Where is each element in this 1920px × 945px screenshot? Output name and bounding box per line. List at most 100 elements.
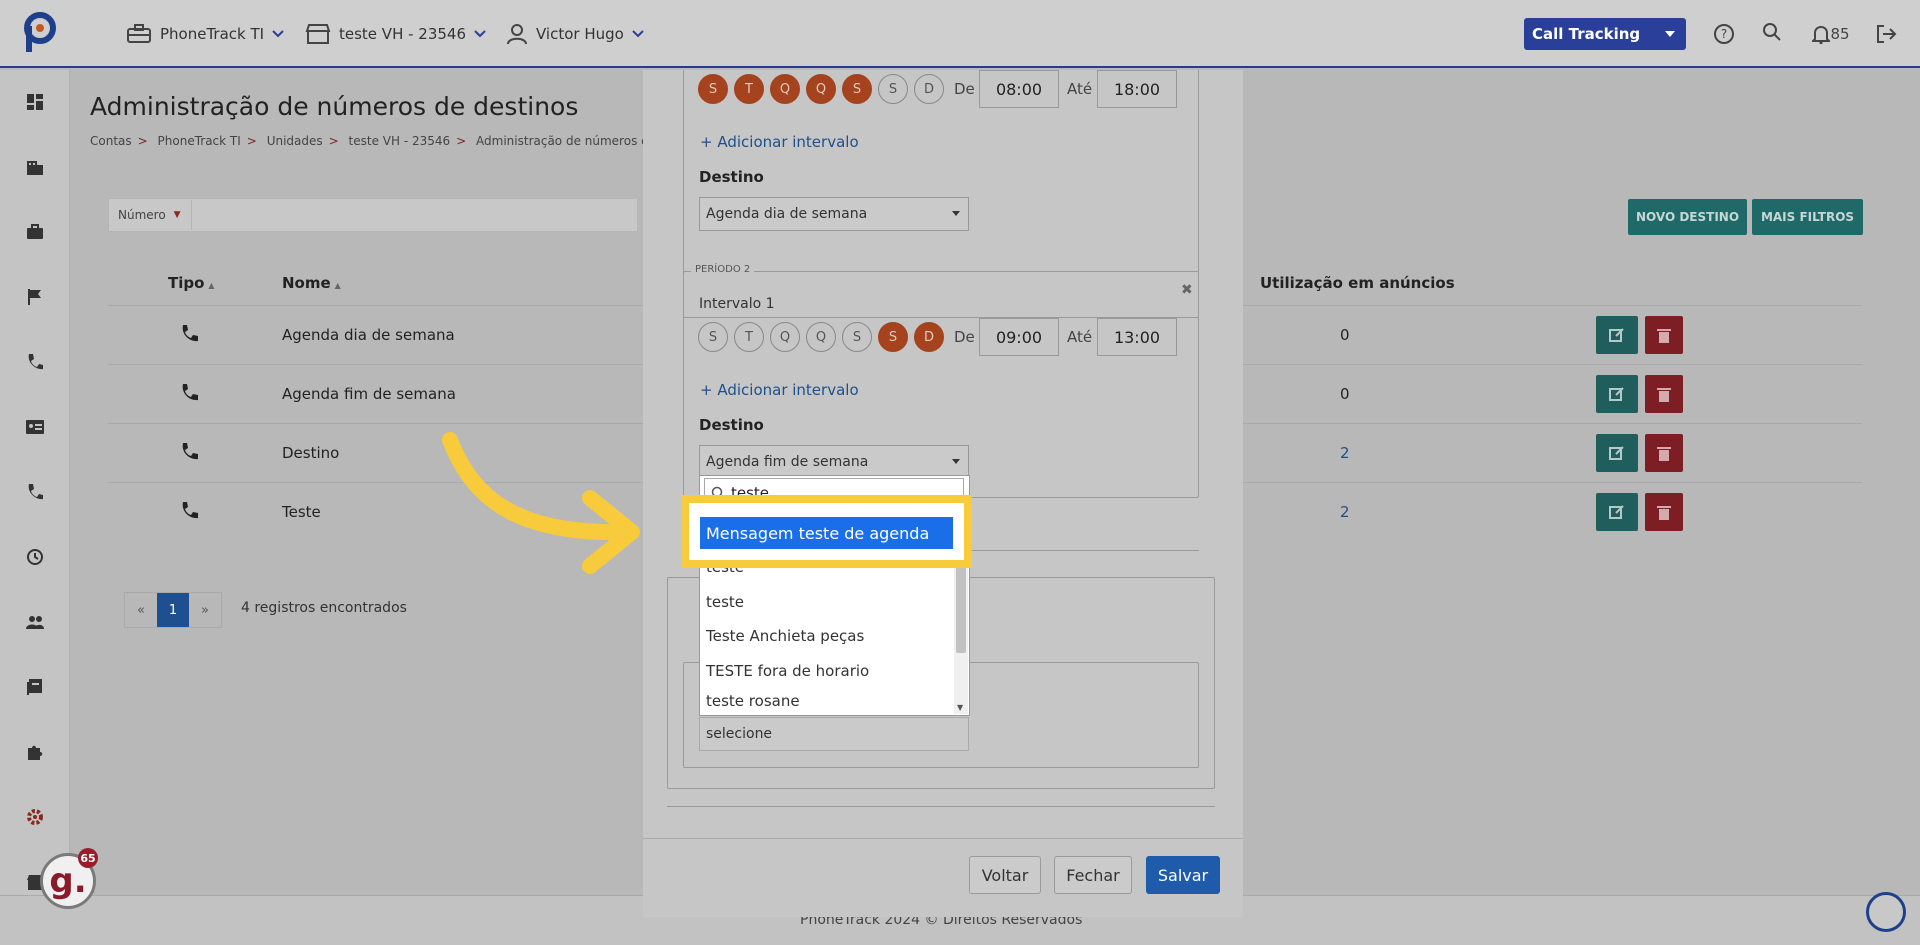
phone-icon[interactable] <box>23 480 47 504</box>
day-toggle[interactable]: Q <box>806 74 836 104</box>
row-usage: 0 <box>1340 326 1350 344</box>
day-toggle[interactable]: Q <box>806 322 836 352</box>
caret-down-icon <box>952 211 960 216</box>
edit-button[interactable] <box>1596 493 1638 531</box>
more-filters-button[interactable]: MAIS FILTROS <box>1752 199 1863 235</box>
dropdown-option[interactable]: teste <box>700 585 953 619</box>
account-label: PhoneTrack TI <box>160 25 265 43</box>
assistant-badge-count: 65 <box>78 848 98 868</box>
chevron-down-icon <box>272 30 284 38</box>
day-toggle[interactable]: T <box>734 74 764 104</box>
puzzle-icon[interactable] <box>23 740 47 764</box>
chat-widget-icon[interactable] <box>1866 892 1906 932</box>
row-name: Agenda fim de semana <box>282 385 456 403</box>
add-interval-link[interactable]: + Adicionar intervalo <box>700 133 859 151</box>
edit-button[interactable] <box>1596 375 1638 413</box>
pagination-page[interactable]: 1 <box>157 593 189 627</box>
breadcrumb-item[interactable]: Unidades <box>267 134 323 148</box>
notifications-button[interactable]: 85 <box>1810 20 1852 48</box>
day-toggle[interactable]: S <box>878 74 908 104</box>
day-toggle[interactable]: D <box>914 322 944 352</box>
breadcrumb-item[interactable]: PhoneTrack TI <box>158 134 241 148</box>
pagination-next[interactable]: » <box>189 593 221 627</box>
dashboard-icon[interactable] <box>23 90 47 114</box>
day-toggle[interactable]: S <box>878 322 908 352</box>
day-toggle[interactable]: S <box>698 74 728 104</box>
column-header-label: Tipo <box>168 274 205 292</box>
dropdown-option[interactable]: TESTE fora de horario <box>700 654 953 688</box>
column-header-type[interactable]: Tipo ▲ <box>168 274 215 292</box>
save-button[interactable]: Salvar <box>1146 856 1220 894</box>
delete-button[interactable] <box>1645 493 1683 531</box>
destination-label: Destino <box>699 168 764 186</box>
edit-button[interactable] <box>1596 434 1638 472</box>
page-title: Administração de números de destinos <box>90 92 579 121</box>
interval-label: Intervalo 1 <box>699 296 775 312</box>
back-button[interactable]: Voltar <box>969 856 1041 894</box>
unit-menu[interactable]: teste VH - 23546 <box>305 20 486 48</box>
dropdown-option[interactable]: Teste Anchieta peças <box>700 619 953 653</box>
svg-text:?: ? <box>1721 27 1727 41</box>
day-toggle[interactable]: D <box>914 74 944 104</box>
day-toggle[interactable]: S <box>842 74 872 104</box>
gear-icon[interactable] <box>23 805 47 829</box>
breadcrumb-item[interactable]: Contas <box>90 134 132 148</box>
close-icon[interactable]: ✖ <box>1181 282 1193 298</box>
phonetrack-logo[interactable] <box>22 12 58 54</box>
row-usage-link[interactable]: 2 <box>1340 444 1350 462</box>
close-button[interactable]: Fechar <box>1054 856 1132 894</box>
filter-field-select[interactable]: Número ▼ <box>110 200 192 230</box>
from-label: De <box>954 80 975 98</box>
dropdown-option-highlighted[interactable]: Mensagem teste de agenda <box>700 517 953 549</box>
row-usage-link[interactable]: 2 <box>1340 503 1350 521</box>
logout-icon[interactable] <box>1872 20 1900 48</box>
day-toggle[interactable]: S <box>698 322 728 352</box>
pagination: « 1 » <box>124 592 222 628</box>
from-time-input[interactable]: 09:00 <box>979 318 1059 356</box>
column-header-label: Nome <box>282 274 331 292</box>
delete-button[interactable] <box>1645 434 1683 472</box>
new-destination-button[interactable]: NOVO DESTINO <box>1628 199 1747 235</box>
destination-select[interactable]: Agenda fim de semana <box>699 445 969 479</box>
contact-card-icon[interactable] <box>23 415 47 439</box>
to-time-input[interactable]: 13:00 <box>1097 318 1177 356</box>
phone-icon <box>180 442 200 462</box>
flag-icon[interactable] <box>23 285 47 309</box>
edit-button[interactable] <box>1596 316 1638 354</box>
day-toggle[interactable]: Q <box>770 74 800 104</box>
trash-icon <box>1657 447 1671 461</box>
help-icon[interactable]: ? <box>1710 20 1738 48</box>
divider <box>643 838 1243 839</box>
edit-icon <box>1609 328 1624 342</box>
scroll-down-icon[interactable]: ▼ <box>957 703 963 712</box>
row-usage: 0 <box>1340 385 1350 403</box>
dropdown-option[interactable]: teste rosane <box>700 688 953 714</box>
product-select[interactable]: Call Tracking <box>1524 18 1686 50</box>
day-toggle[interactable]: S <box>842 322 872 352</box>
briefcase-icon[interactable] <box>23 220 47 244</box>
building-icon[interactable] <box>23 155 47 179</box>
users-icon[interactable] <box>23 610 47 634</box>
search-icon[interactable] <box>1758 18 1786 46</box>
from-label: De <box>954 328 975 346</box>
account-menu[interactable]: PhoneTrack TI <box>126 20 284 48</box>
trash-icon <box>1657 329 1671 343</box>
column-header-name[interactable]: Nome ▲ <box>282 274 341 292</box>
destination-select[interactable]: Agenda dia de semana <box>699 197 969 231</box>
phone-icon <box>180 383 200 403</box>
day-toggle[interactable]: T <box>734 322 764 352</box>
destination-label: Destino <box>699 416 764 434</box>
delete-button[interactable] <box>1645 375 1683 413</box>
message-select[interactable]: selecione <box>699 717 969 751</box>
book-icon[interactable] <box>23 675 47 699</box>
breadcrumb-item[interactable]: teste VH - 23546 <box>349 134 451 148</box>
day-toggle[interactable]: Q <box>770 322 800 352</box>
add-interval-link[interactable]: + Adicionar intervalo <box>700 381 859 399</box>
pagination-prev[interactable]: « <box>125 593 157 627</box>
to-time-input[interactable]: 18:00 <box>1097 70 1177 108</box>
user-menu[interactable]: Victor Hugo <box>506 20 644 48</box>
phone-icon[interactable] <box>23 350 47 374</box>
history-icon[interactable] <box>23 545 47 569</box>
delete-button[interactable] <box>1645 316 1683 354</box>
from-time-input[interactable]: 08:00 <box>979 70 1059 108</box>
